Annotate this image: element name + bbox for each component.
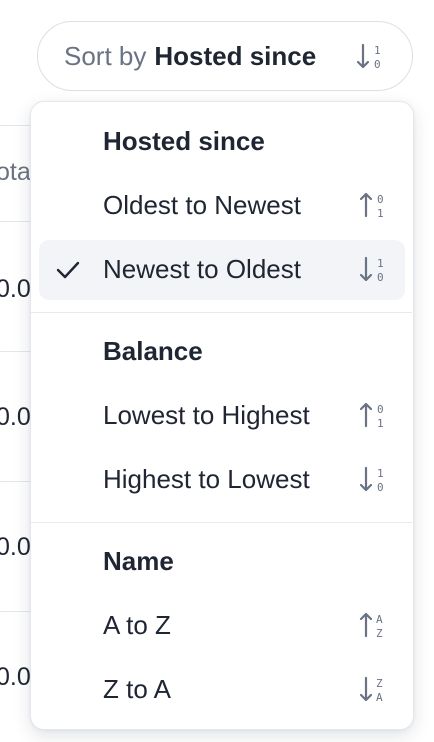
sort-ascending-alpha-icon: A Z	[359, 611, 391, 646]
sort-descending-alpha-icon: Z A	[359, 675, 391, 710]
table-column-header: ota	[0, 158, 31, 186]
svg-text:1: 1	[377, 417, 384, 430]
group-title-balance: Balance	[103, 336, 203, 366]
menu-item-z-to-a[interactable]: Z to A Z A	[39, 660, 405, 720]
menu-item-a-to-z[interactable]: A to Z A Z	[39, 596, 405, 656]
menu-item-oldest-to-newest[interactable]: Oldest to Newest 0 1	[39, 176, 405, 236]
svg-text:1: 1	[377, 207, 384, 220]
svg-text:A: A	[376, 613, 383, 626]
table-cell: 0.0	[0, 663, 31, 691]
svg-text:1: 1	[377, 257, 384, 270]
svg-text:1: 1	[377, 467, 384, 480]
menu-item-label: Lowest to Highest	[103, 400, 310, 430]
sort-by-label: Sort by	[64, 40, 147, 71]
sort-descending-numeric-icon: 1 0	[359, 255, 391, 290]
svg-text:1: 1	[374, 44, 381, 57]
group-title-name: Name	[103, 546, 174, 576]
group-title-hosted-since: Hosted since	[103, 126, 265, 156]
menu-item-label: Z to A	[103, 674, 171, 704]
menu-item-label: Oldest to Newest	[103, 190, 301, 220]
sort-by-value: Hosted since	[154, 40, 317, 71]
svg-text:Z: Z	[376, 627, 383, 640]
menu-item-label: Highest to Lowest	[103, 464, 310, 494]
menu-item-highest-to-lowest[interactable]: Highest to Lowest 1 0	[39, 450, 405, 510]
svg-text:0: 0	[377, 271, 384, 284]
menu-item-newest-to-oldest[interactable]: Newest to Oldest 1 0	[39, 240, 405, 300]
table-cell: 0.0	[0, 275, 31, 303]
menu-divider	[31, 312, 412, 313]
svg-text:0: 0	[374, 58, 381, 71]
sort-ascending-numeric-icon: 0 1	[359, 191, 391, 226]
svg-text:A: A	[376, 691, 383, 704]
table-cell: 0.0	[0, 533, 31, 561]
menu-item-label: A to Z	[103, 610, 171, 640]
table-cell: 0.0	[0, 403, 31, 431]
check-icon	[55, 258, 81, 287]
menu-item-label: Newest to Oldest	[103, 254, 301, 284]
sort-dropdown-menu: Hosted since Oldest to Newest 0 1 Newest…	[30, 101, 414, 730]
svg-text:0: 0	[377, 193, 384, 206]
svg-text:0: 0	[377, 403, 384, 416]
svg-text:Z: Z	[376, 677, 383, 690]
svg-text:0: 0	[377, 481, 384, 494]
sort-ascending-numeric-icon: 0 1	[359, 401, 391, 436]
sort-by-button[interactable]: Sort by Hosted since 1 0	[37, 21, 413, 91]
sort-descending-numeric-icon: 1 0	[359, 465, 391, 500]
menu-item-lowest-to-highest[interactable]: Lowest to Highest 0 1	[39, 386, 405, 446]
sort-descending-numeric-icon: 1 0	[356, 42, 388, 79]
menu-divider	[31, 522, 412, 523]
